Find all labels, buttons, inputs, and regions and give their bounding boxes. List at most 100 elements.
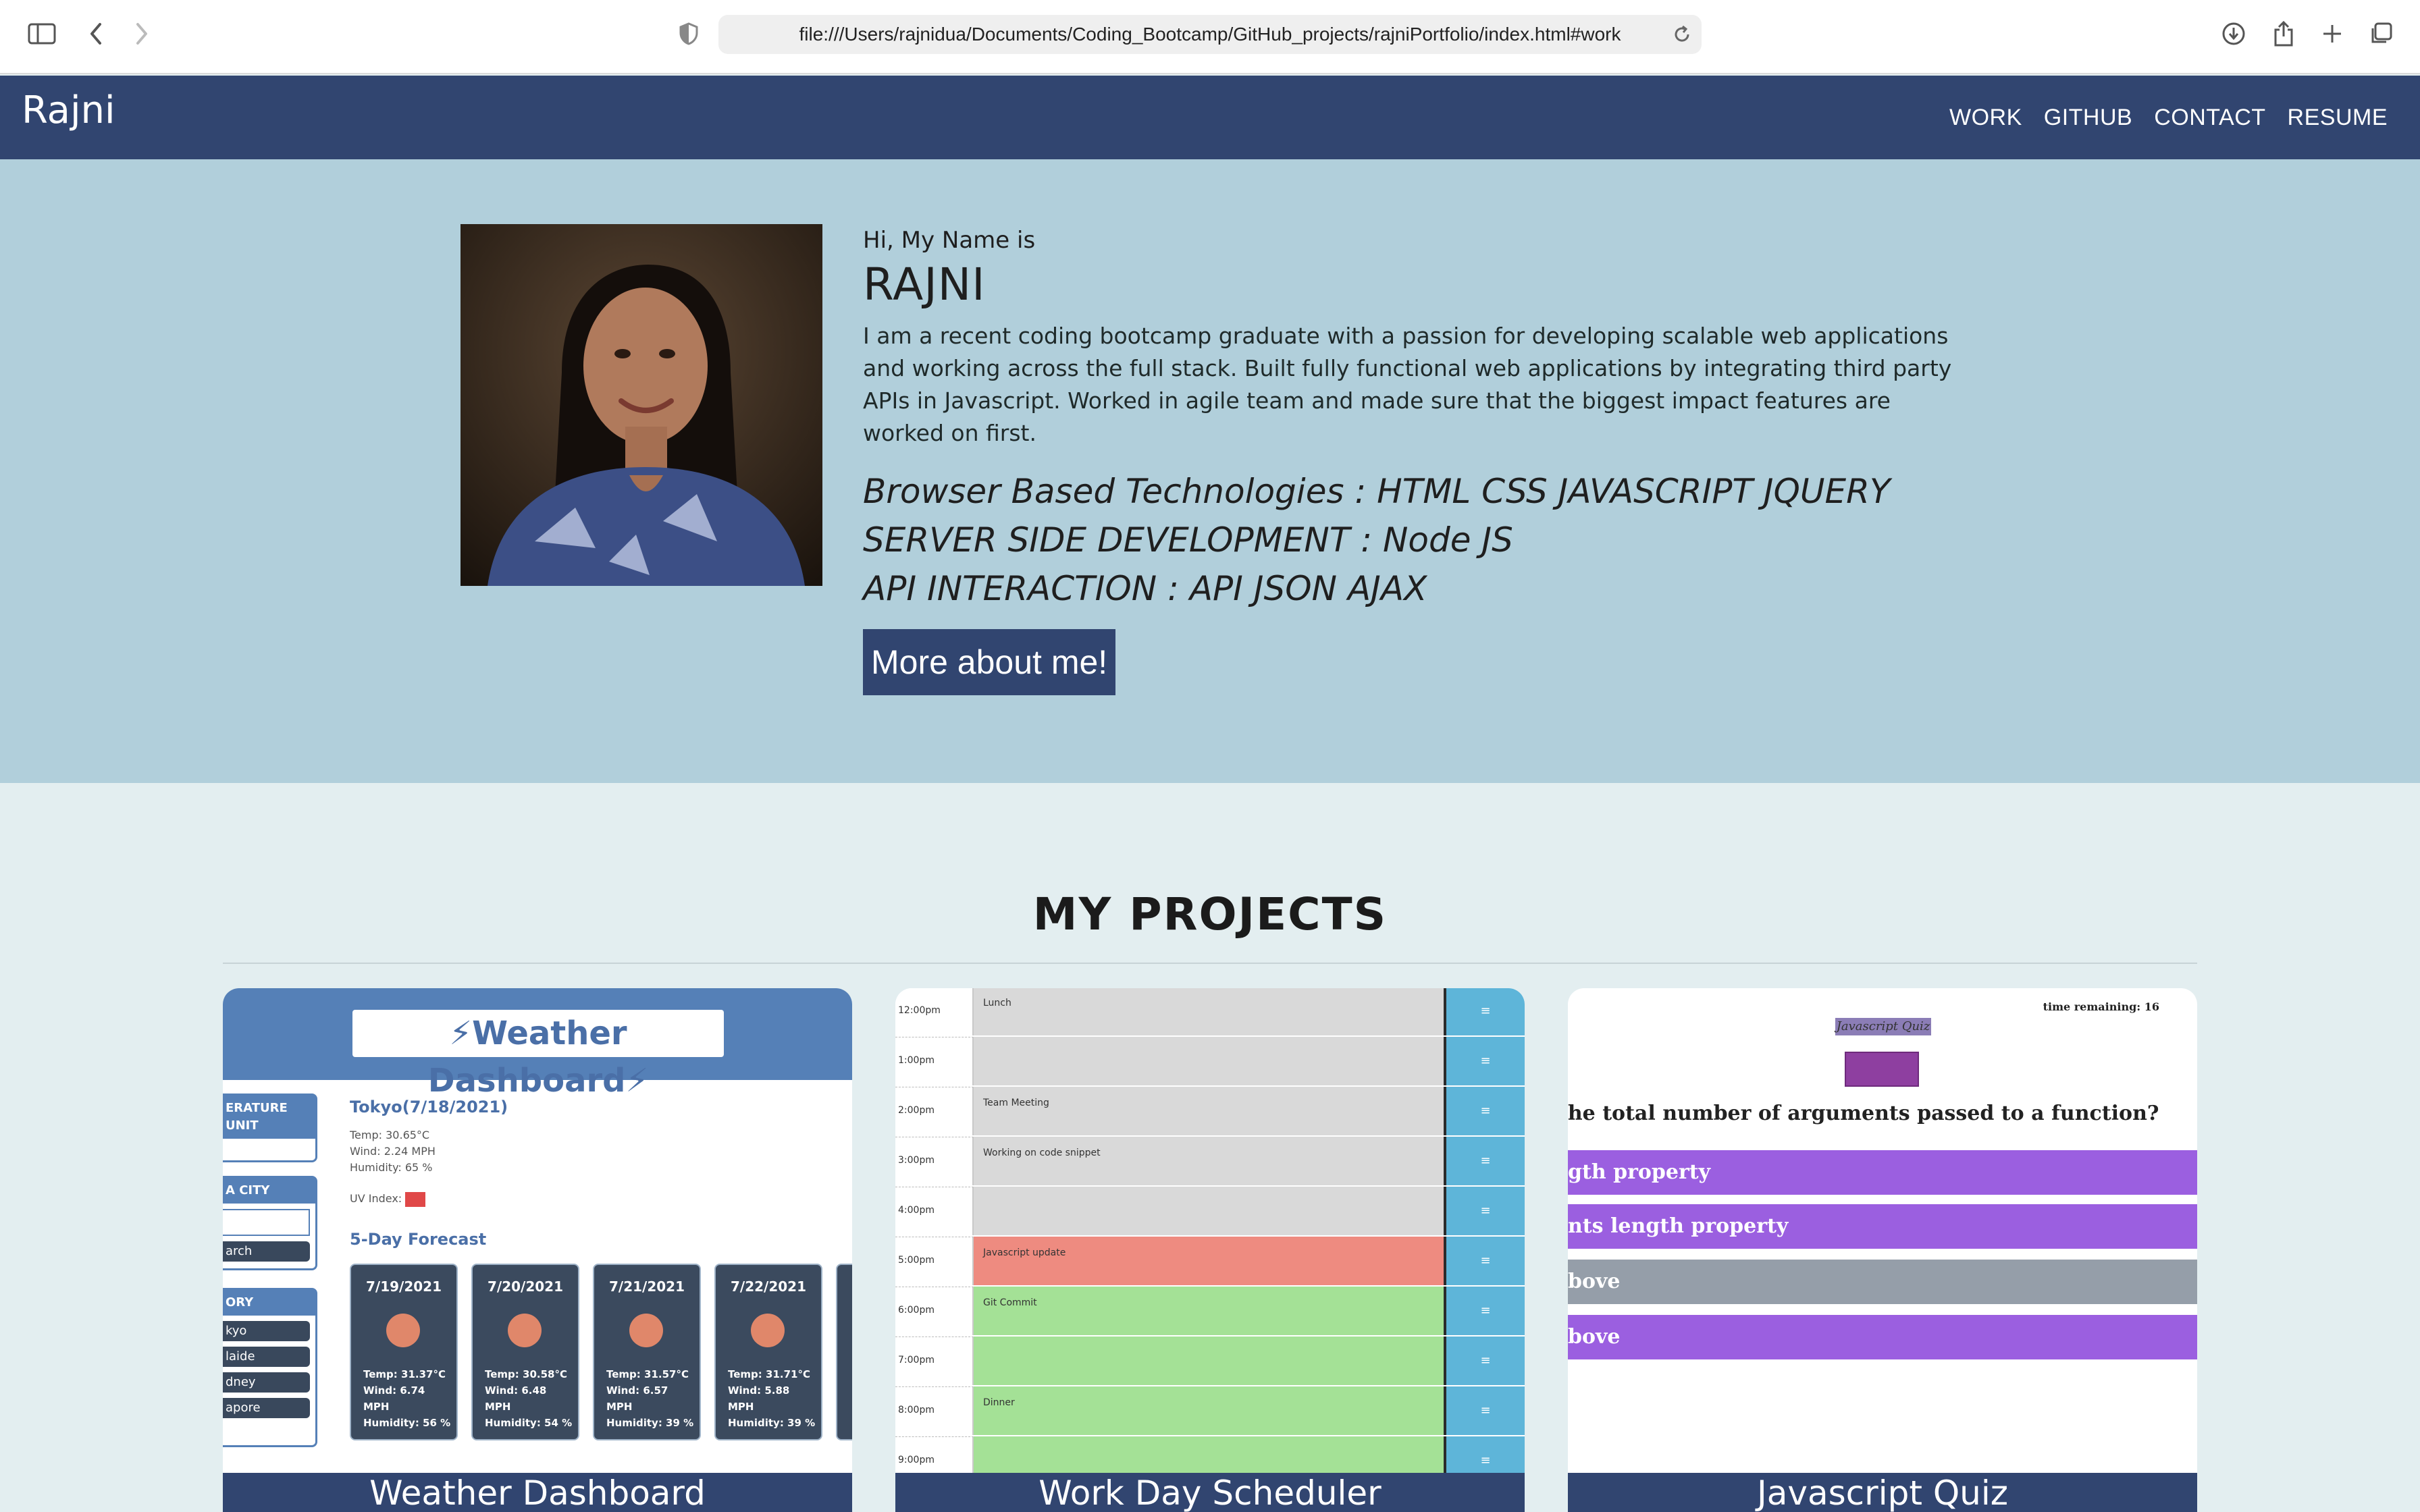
uv-label: UV Index: <box>350 1192 402 1205</box>
hour-label: 5:00pm <box>895 1237 974 1285</box>
quiz-option[interactable]: bove <box>1568 1315 2197 1359</box>
project-card-scheduler[interactable]: 12:00pm Lunch ≡ 1:00pm ≡ 2:00pm Team Meeting ≡ 3… <box>895 988 1525 1512</box>
uv-row: UV Index: <box>350 1191 426 1207</box>
hour-label: 3:00pm <box>895 1137 974 1185</box>
reload-icon[interactable] <box>1672 24 1692 45</box>
uv-badge <box>405 1191 426 1207</box>
event-text[interactable]: Javascript update <box>974 1237 1444 1285</box>
history-panel: ORY kyo laide dney apore <box>223 1288 317 1447</box>
more-about-me-button[interactable]: More about me! <box>863 629 1116 695</box>
save-icon[interactable]: ≡ <box>1444 1137 1525 1185</box>
quiz-start-button[interactable] <box>1845 1052 1919 1087</box>
event-text[interactable] <box>974 1336 1444 1385</box>
city-input[interactable] <box>223 1209 310 1236</box>
forecast-temp: Temp: 30.58°C <box>485 1368 567 1380</box>
address-bar[interactable]: file:///Users/rajnidua/Documents/Coding_… <box>718 15 1702 54</box>
greeting-text: Hi, My Name is <box>863 227 1036 254</box>
forecast-temp: Temp: 31.57°C <box>606 1368 689 1380</box>
save-icon[interactable]: ≡ <box>1444 1087 1525 1135</box>
current-wind: Wind: 2.24 MPH <box>350 1145 436 1158</box>
project-label[interactable]: Work Day Scheduler <box>895 1473 1525 1512</box>
temp-unit-heading: ERATURE UNIT <box>223 1096 315 1139</box>
forecast-day: 7/20/2021 Temp: 30.58°C Wind: 6.48 MPH Humi… <box>471 1264 579 1440</box>
bio-text: I am a recent coding bootcamp graduate w… <box>863 323 1952 446</box>
back-icon[interactable] <box>77 15 115 53</box>
projects-divider <box>223 963 2197 964</box>
save-icon[interactable]: ≡ <box>1444 1237 1525 1285</box>
event-text[interactable] <box>974 1037 1444 1085</box>
profile-photo <box>461 224 822 586</box>
forecast-humidity: Humidity: 39 % <box>606 1417 694 1429</box>
sun-icon <box>386 1314 420 1347</box>
bolt-icon: ⚡ <box>449 1015 473 1052</box>
forecast-unit: MPH <box>728 1401 754 1413</box>
tab-overview-icon[interactable] <box>2362 15 2400 53</box>
search-button[interactable]: arch <box>223 1241 310 1262</box>
event-text[interactable]: Git Commit <box>974 1287 1444 1335</box>
browser-toolbar: file:///Users/rajnidua/Documents/Coding_… <box>0 0 2420 74</box>
forecast-humidity: Humidity: 56 % <box>363 1417 451 1429</box>
quiz-option[interactable]: gth property <box>1568 1150 2197 1195</box>
forecast-date: 7/19/2021 <box>365 1278 442 1295</box>
forecast-humidity: Humidity: 39 % <box>728 1417 816 1429</box>
weather-header: ⚡Weather Dashboard⚡ <box>223 988 852 1100</box>
project-label[interactable]: Weather Dashboard <box>223 1473 852 1512</box>
downloads-icon[interactable] <box>2215 15 2253 53</box>
event-text[interactable] <box>974 1187 1444 1235</box>
about-section: Hi, My Name is RAJNI I am a recent codin… <box>0 159 2420 783</box>
nav-links: WORK GITHUB CONTACT RESUME <box>1949 76 2388 159</box>
brand-logo[interactable]: Rajni <box>22 76 115 146</box>
scheduler-row: 5:00pm Javascript update ≡ <box>895 1237 1525 1287</box>
forward-icon[interactable] <box>123 15 161 53</box>
projects-heading: MY PROJECTS <box>1032 888 1388 940</box>
skill-browser: Browser Based Technologies : HTML CSS JA… <box>863 472 1891 511</box>
save-icon[interactable]: ≡ <box>1444 1287 1525 1335</box>
forecast-date: 7/21/2021 <box>608 1278 685 1295</box>
save-icon[interactable]: ≡ <box>1444 1037 1525 1085</box>
nav-link-resume[interactable]: RESUME <box>2288 105 2388 131</box>
history-item[interactable]: laide <box>223 1347 310 1367</box>
forecast-day: 7/21/2021 Temp: 31.57°C Wind: 6.57 MPH Humi… <box>593 1264 701 1440</box>
save-icon[interactable]: ≡ <box>1444 988 1525 1035</box>
save-icon[interactable]: ≡ <box>1444 1336 1525 1385</box>
project-label[interactable]: Javascript Quiz <box>1568 1473 2197 1512</box>
quiz-option[interactable]: nts length property <box>1568 1204 2197 1249</box>
skill-api: API INTERACTION : API JSON AJAX <box>863 569 1427 608</box>
hour-label: 12:00pm <box>895 988 974 1035</box>
forecast-wind: Wind: 6.48 <box>485 1384 547 1397</box>
save-icon[interactable]: ≡ <box>1444 1386 1525 1435</box>
event-text[interactable]: Working on code snippet <box>974 1137 1444 1185</box>
forecast-day-partial <box>836 1264 852 1440</box>
event-text[interactable]: Dinner <box>974 1386 1444 1435</box>
sun-icon <box>751 1314 785 1347</box>
url-text: file:///Users/rajnidua/Documents/Coding_… <box>799 24 1621 45</box>
current-humidity: Humidity: 65 % <box>350 1161 433 1174</box>
weather-title: ⚡Weather Dashboard⚡ <box>352 1010 724 1100</box>
forecast-day: 7/19/2021 Temp: 31.37°C Wind: 6.74 MPH Humi… <box>350 1264 458 1440</box>
sidebar-toggle-icon[interactable] <box>23 15 61 53</box>
hero-name: RAJNI <box>863 259 986 310</box>
save-icon[interactable]: ≡ <box>1444 1187 1525 1235</box>
quiz-option[interactable]: bove <box>1568 1260 2197 1304</box>
hour-label: 7:00pm <box>895 1336 974 1385</box>
privacy-shield-icon[interactable] <box>670 15 708 53</box>
project-card-weather[interactable]: ⚡Weather Dashboard⚡ ERATURE UNIT A CITY … <box>223 988 852 1512</box>
nav-link-contact[interactable]: CONTACT <box>2154 105 2265 131</box>
event-text[interactable]: Team Meeting <box>974 1087 1444 1135</box>
event-text[interactable]: Lunch <box>974 988 1444 1035</box>
history-item[interactable]: apore <box>223 1398 310 1418</box>
current-city: Tokyo(7/18/2021) <box>350 1098 508 1116</box>
nav-link-github[interactable]: GITHUB <box>2044 105 2132 131</box>
new-tab-icon[interactable] <box>2313 15 2351 53</box>
share-icon[interactable] <box>2265 15 2303 53</box>
project-card-quiz[interactable]: time remaining: 16 Javascript Quiz the t… <box>1568 988 2197 1512</box>
forecast-temp: Temp: 31.71°C <box>728 1368 810 1380</box>
scheduler-row: 1:00pm ≡ <box>895 1037 1525 1087</box>
forecast-date: 7/22/2021 <box>730 1278 807 1295</box>
forecast-heading: 5-Day Forecast <box>350 1230 487 1249</box>
temp-unit-panel: ERATURE UNIT <box>223 1094 317 1162</box>
history-item[interactable]: dney <box>223 1372 310 1393</box>
bolt-icon: ⚡ <box>625 1062 649 1100</box>
history-item[interactable]: kyo <box>223 1321 310 1341</box>
nav-link-work[interactable]: WORK <box>1949 105 2022 131</box>
